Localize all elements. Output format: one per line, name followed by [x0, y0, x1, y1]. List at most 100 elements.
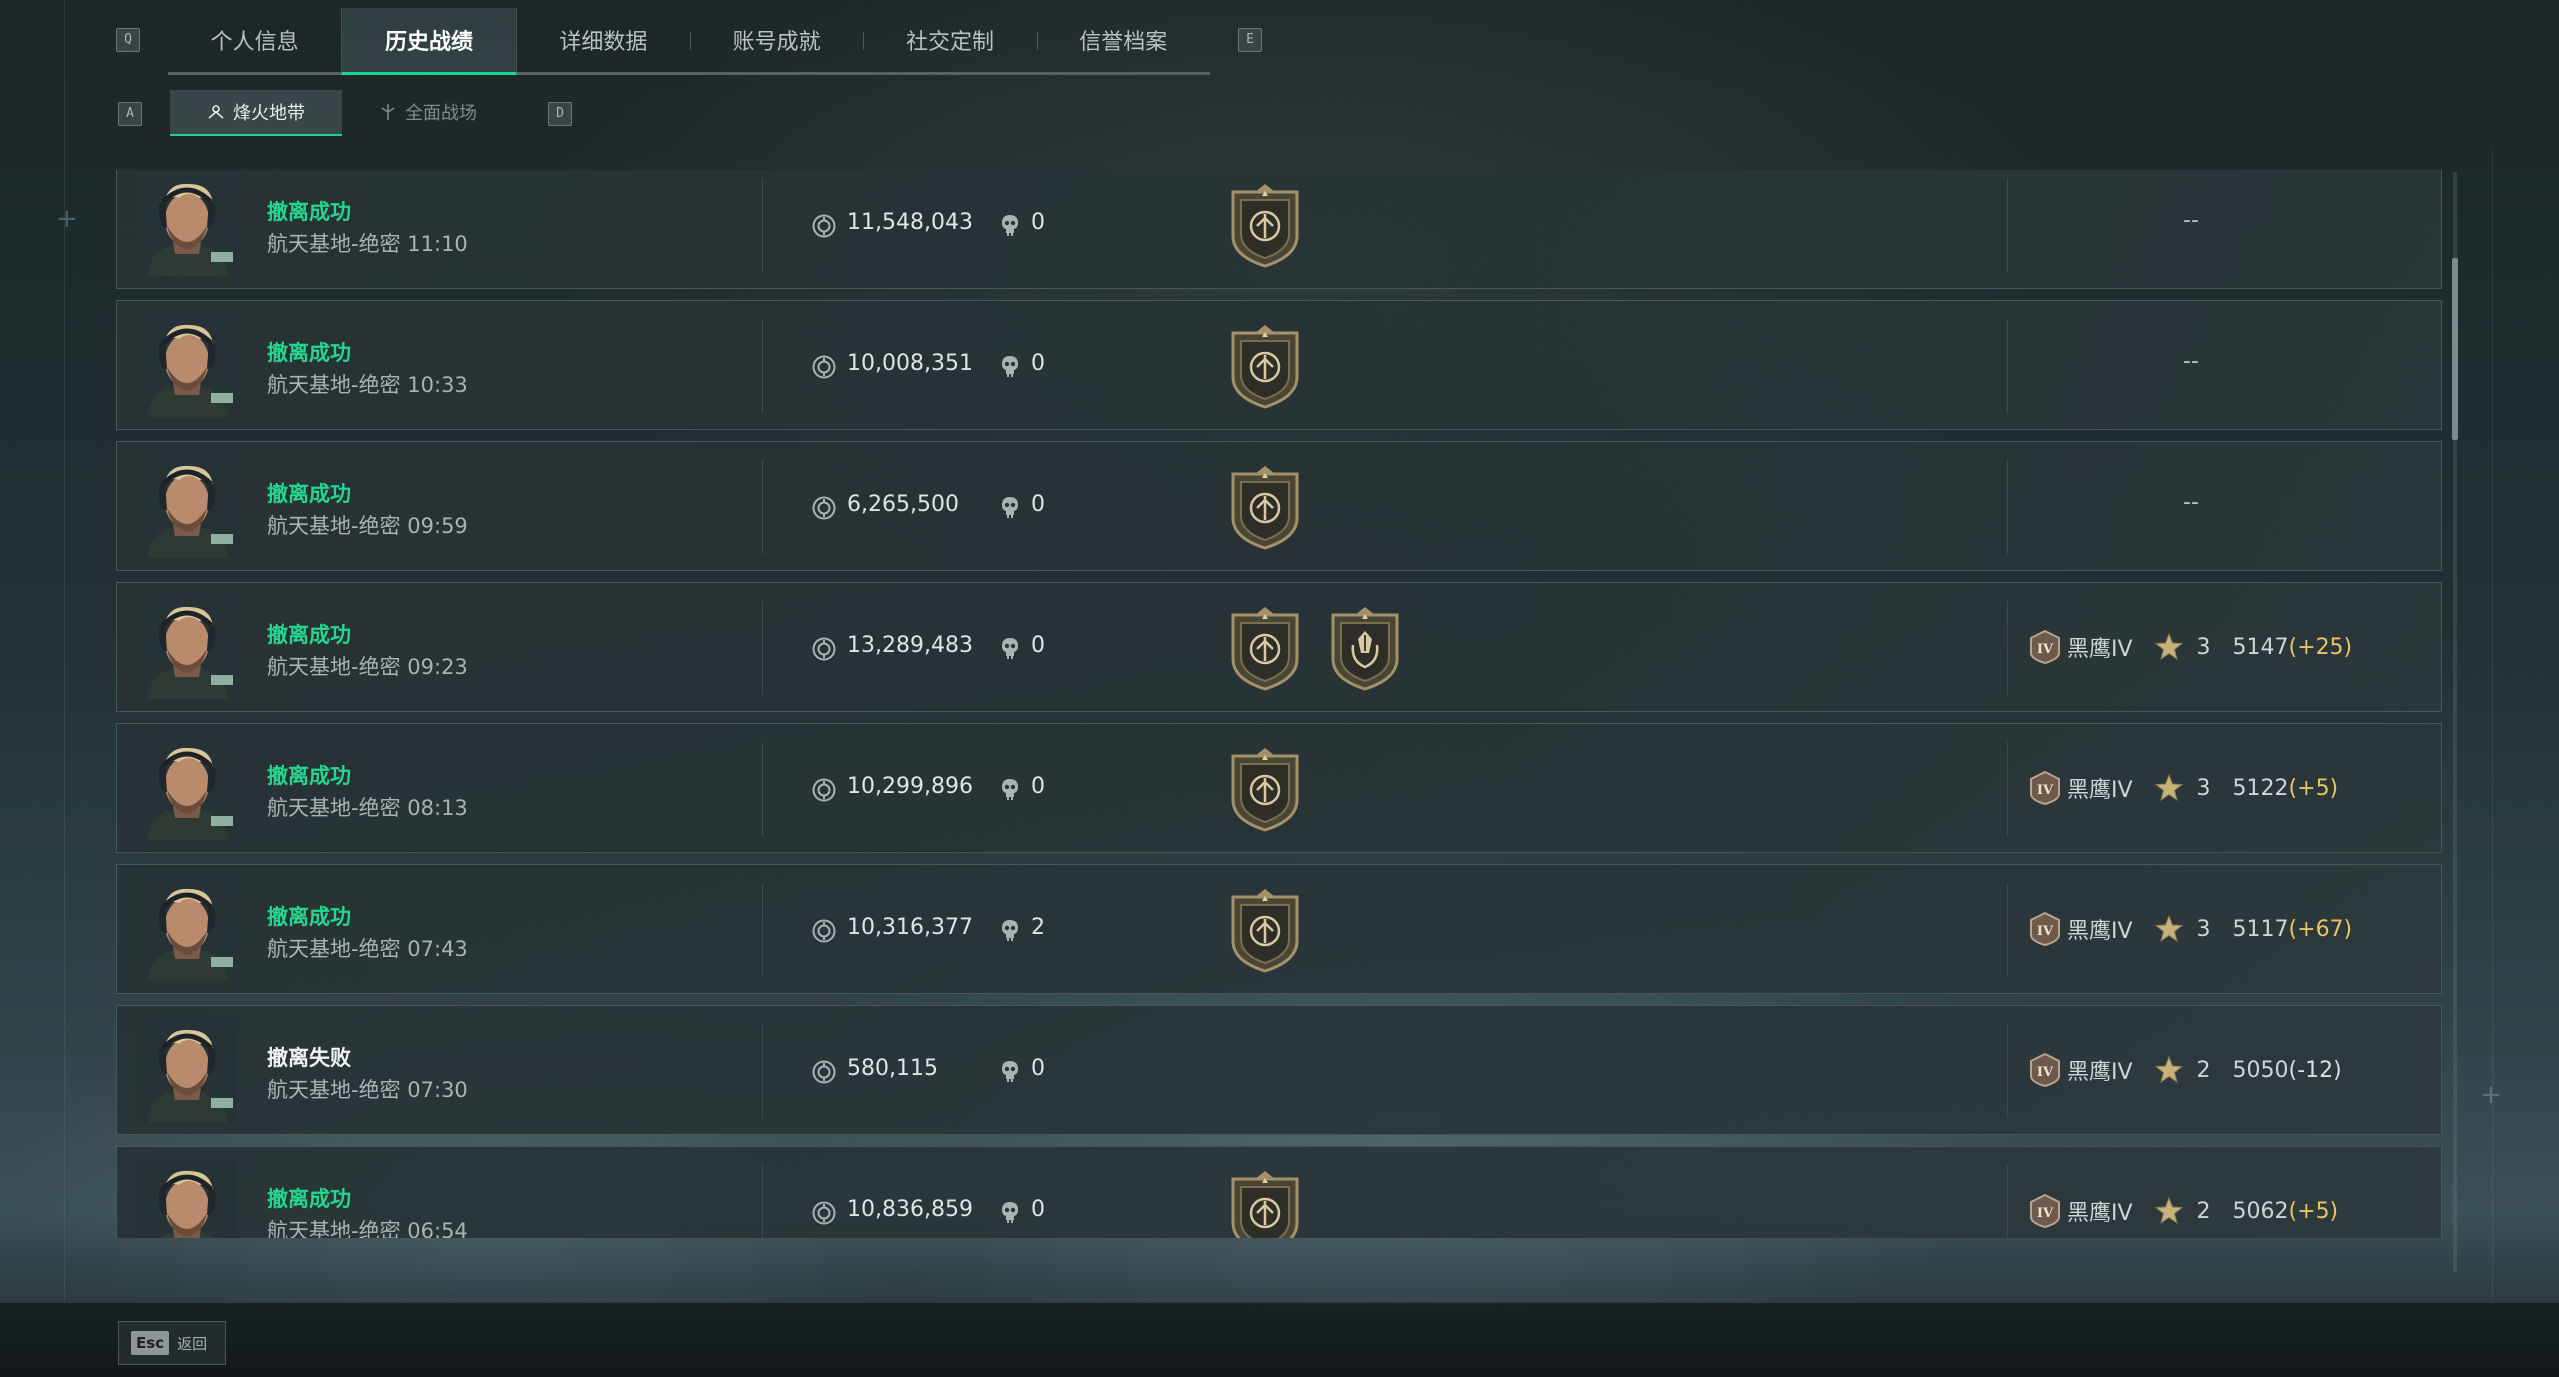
- extract-badge-icon[interactable]: [1225, 605, 1305, 695]
- extraction-status: 撤离成功: [267, 341, 351, 365]
- rank-score-delta: (+5): [2288, 1198, 2339, 1224]
- rank-score: 5050: [2232, 1057, 2289, 1083]
- kill-count: 0: [1031, 210, 1045, 235]
- map-and-time: 航天基地-绝密 09:23: [267, 651, 468, 681]
- rank-info: IV 黑鹰IV 3 5117 (+67): [2027, 911, 2352, 947]
- next-tab-key-hint[interactable]: E: [1238, 28, 1262, 52]
- rank-info: IV 黑鹰IV 2 5062 (+5): [2027, 1193, 2338, 1229]
- tab-personal-info[interactable]: 个人信息: [168, 8, 341, 72]
- rank-score: 5062: [2232, 1198, 2289, 1224]
- rank-emblem-icon: IV: [2027, 770, 2067, 806]
- skull-icon: [997, 212, 1023, 242]
- rank-score: 5122: [2232, 775, 2289, 801]
- map-name: 航天基地-绝密: [267, 655, 401, 679]
- match-history-list[interactable]: 撤离成功 航天基地-绝密 11:10 11,548,043 0 -- 撤离成功 航天基地-绝…: [116, 170, 2446, 1238]
- extract-badge-icon[interactable]: [1225, 887, 1305, 977]
- list-scrollbar-thumb[interactable]: [2452, 258, 2458, 440]
- rank-emblem-icon: IV: [2027, 1193, 2067, 1229]
- match-time: 06:54: [407, 1219, 468, 1238]
- map-name: 航天基地-绝密: [267, 232, 401, 256]
- rank-score-delta: (+25): [2288, 634, 2353, 660]
- skull-icon: [997, 353, 1023, 383]
- loot-value: 10,008,351: [847, 351, 973, 376]
- rank-score: 5147: [2232, 634, 2289, 660]
- match-record-row[interactable]: 撤离成功 航天基地-绝密 07:43 10,316,377 2 IV 黑鹰IV 3 5117(…: [116, 864, 2442, 994]
- badge-list: [1225, 323, 1305, 413]
- rank-name: 黑鹰IV: [2067, 1201, 2133, 1226]
- kill-count: 0: [1031, 633, 1045, 658]
- match-record-row[interactable]: 撤离成功 航天基地-绝密 09:23 13,289,483 0 IV 黑鹰IV 3 5147(…: [116, 582, 2442, 712]
- tab-account-achievements[interactable]: 账号成就: [689, 8, 863, 72]
- back-button[interactable]: Esc 返回: [118, 1321, 226, 1365]
- coin-icon: [811, 495, 837, 525]
- rank-score-delta: (+5): [2288, 775, 2339, 801]
- map-name: 航天基地-绝密: [267, 796, 401, 820]
- subtab-full-battlefield[interactable]: 全面战场: [342, 90, 514, 134]
- esc-key-hint: Esc: [131, 1331, 170, 1355]
- loot-value: 580,115: [847, 1056, 938, 1081]
- mode-subtabs: 烽火地带 全面战场: [170, 90, 514, 136]
- skull-icon: [997, 917, 1023, 947]
- match-record-row[interactable]: 撤离成功 航天基地-绝密 09:59 6,265,500 0 --: [116, 441, 2442, 571]
- map-name: 航天基地-绝密: [267, 1078, 401, 1102]
- column-divider: [762, 883, 763, 977]
- column-divider: [762, 178, 763, 272]
- badge-list: [1225, 605, 1405, 695]
- extract-badge-icon[interactable]: [1225, 323, 1305, 413]
- loot-value: 10,836,859: [847, 1197, 973, 1222]
- extraction-status: 撤离成功: [267, 200, 351, 224]
- rank-stars: 3: [2196, 916, 2211, 942]
- extract-badge-icon[interactable]: [1225, 464, 1305, 554]
- match-record-row[interactable]: 撤离失败 航天基地-绝密 07:30 580,115 0 IV 黑鹰IV 2 5050 (-12…: [116, 1005, 2442, 1135]
- loot-value: 13,289,483: [847, 633, 973, 658]
- rank-stars: 2: [2196, 1057, 2211, 1083]
- match-record-row[interactable]: 撤离成功 航天基地-绝密 08:13 10,299,896 0 IV 黑鹰IV 3 5122(…: [116, 723, 2442, 853]
- coin-icon: [811, 354, 837, 384]
- next-subtab-key-hint[interactable]: D: [548, 102, 572, 126]
- svg-text:IV: IV: [2037, 642, 2054, 657]
- match-time: 07:30: [407, 1078, 468, 1102]
- subtab-hazard-zone[interactable]: 烽火地带: [170, 90, 342, 136]
- map-and-time: 航天基地-绝密 11:10: [267, 228, 468, 258]
- wreath-badge-icon[interactable]: [1325, 605, 1405, 695]
- column-divider: [762, 1024, 763, 1118]
- match-record-row[interactable]: 撤离成功 航天基地-绝密 06:54 10,836,859 0 IV 黑鹰IV 2 5062(…: [116, 1146, 2442, 1238]
- match-time: 11:10: [407, 232, 468, 256]
- extract-badge-icon[interactable]: [1225, 746, 1305, 836]
- coin-icon: [811, 777, 837, 807]
- map-and-time: 航天基地-绝密 09:59: [267, 510, 468, 540]
- rank-score-delta: (+67): [2288, 916, 2353, 942]
- column-divider: [2007, 601, 2008, 695]
- extract-badge-icon[interactable]: [1225, 1169, 1305, 1238]
- map-and-time: 航天基地-绝密 07:30: [267, 1074, 468, 1104]
- map-name: 航天基地-绝密: [267, 937, 401, 961]
- tab-match-history[interactable]: 历史战绩: [341, 8, 517, 75]
- loot-value: 11,548,043: [847, 210, 973, 235]
- rank-empty: --: [2183, 349, 2199, 374]
- rank-info: IV 黑鹰IV 2 5050 (-12): [2027, 1052, 2342, 1088]
- rank-name: 黑鹰IV: [2067, 637, 2133, 662]
- operator-avatar: [137, 454, 237, 558]
- match-record-row[interactable]: 撤离成功 航天基地-绝密 11:10 11,548,043 0 --: [116, 170, 2442, 289]
- tab-credit-record[interactable]: 信誉档案: [1036, 8, 1210, 72]
- prev-tab-key-hint[interactable]: Q: [116, 28, 140, 52]
- column-divider: [2007, 460, 2008, 554]
- rank-name: 黑鹰IV: [2067, 919, 2133, 944]
- badge-list: [1225, 1169, 1305, 1238]
- background-frame-line: [64, 0, 65, 1300]
- tab-detailed-stats[interactable]: 详细数据: [517, 8, 690, 72]
- operator-avatar: [137, 313, 237, 417]
- tab-social-customization[interactable]: 社交定制: [863, 8, 1036, 72]
- star-icon: [2153, 772, 2197, 804]
- coin-icon: [811, 918, 837, 948]
- prev-subtab-key-hint[interactable]: A: [118, 102, 142, 126]
- operator-avatar: [137, 736, 237, 840]
- skull-icon: [997, 1058, 1023, 1088]
- badge-list: [1225, 746, 1305, 836]
- column-divider: [762, 601, 763, 695]
- map-and-time: 航天基地-绝密 08:13: [267, 792, 468, 822]
- kill-count: 0: [1031, 351, 1045, 376]
- coin-icon: [811, 213, 837, 243]
- match-record-row[interactable]: 撤离成功 航天基地-绝密 10:33 10,008,351 0 --: [116, 300, 2442, 430]
- extract-badge-icon[interactable]: [1225, 182, 1305, 272]
